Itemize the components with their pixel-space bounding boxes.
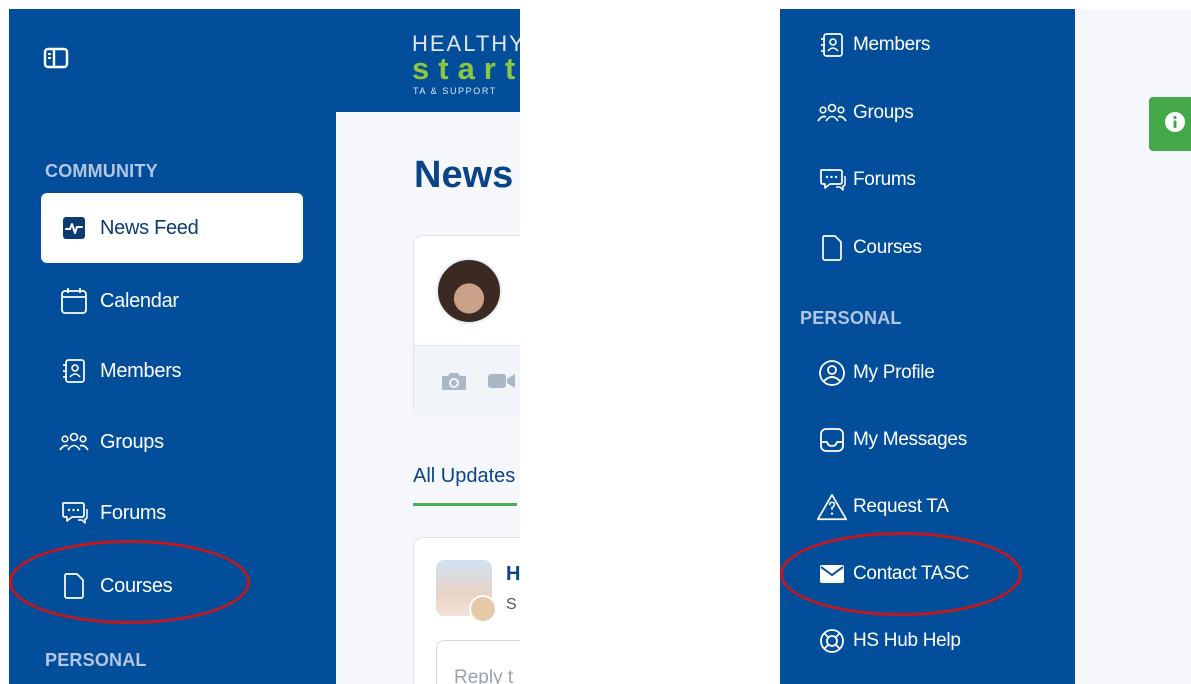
activity-icon (59, 213, 89, 243)
sidebar-item-my-messages[interactable]: My Messages (808, 410, 1070, 470)
sidebar-item-my-profile[interactable]: My Profile (808, 343, 1070, 403)
sidebar-item-label: Contact TASC (853, 563, 970, 584)
calendar-icon (59, 286, 89, 316)
left-screen: COMMUNITY News Feed Calendar Members Gro… (9, 9, 520, 684)
sidebar-item-members[interactable]: Members (41, 336, 303, 406)
sidebar-item-label: My Messages (853, 429, 967, 450)
user-circle-icon (816, 357, 848, 389)
sidebar-item-label: Courses (100, 574, 173, 597)
sidebar-item-groups[interactable]: Groups (808, 83, 1070, 143)
sidebar-item-label: Forums (853, 169, 916, 190)
sidebar-item-label: News Feed (100, 216, 199, 239)
top-header: HEALTHY start TA & SUPPORT (336, 9, 520, 112)
sidebar-item-label: Courses (853, 237, 922, 258)
sidebar-toggle-icon[interactable] (43, 47, 69, 69)
logo-text-start: start (412, 51, 520, 86)
post-author-name[interactable]: H (506, 563, 520, 586)
sidebar-item-courses[interactable]: Courses (41, 551, 303, 621)
sidebar-item-label: Members (100, 359, 182, 382)
sidebar-item-groups[interactable]: Groups (41, 407, 303, 477)
section-heading-personal: PERSONAL (45, 650, 147, 670)
info-icon (1164, 111, 1186, 138)
avatar (436, 258, 502, 324)
document-icon (816, 232, 848, 264)
sidebar-item-label: Calendar (100, 289, 179, 312)
sidebar-item-hs-hub-help[interactable]: HS Hub Help (808, 611, 1070, 671)
lifebuoy-icon (816, 625, 848, 657)
inbox-icon (816, 424, 848, 456)
sidebar-item-contact-tasc[interactable]: Contact TASC (808, 544, 1070, 604)
sidebar-item-label: Forums (100, 501, 166, 524)
healthy-start-logo[interactable]: HEALTHY start TA & SUPPORT (412, 31, 520, 101)
forum-chat-icon (59, 498, 89, 528)
groups-icon (816, 97, 848, 129)
left-sidebar: COMMUNITY News Feed Calendar Members Gro… (9, 9, 336, 684)
sidebar-item-label: HS Hub Help (853, 630, 961, 651)
envelope-icon (816, 558, 848, 590)
contact-book-icon (816, 29, 848, 61)
video-icon[interactable] (487, 371, 517, 396)
sidebar-item-label: Members (853, 34, 931, 55)
info-button[interactable] (1149, 97, 1191, 151)
activity-post-card: H S Reply t (413, 537, 520, 684)
logo-text-tagline: TA & SUPPORT (413, 86, 497, 96)
sidebar-item-courses[interactable]: Courses (808, 218, 1070, 278)
sidebar-item-label: My Profile (853, 362, 935, 383)
warning-question-icon (816, 491, 848, 523)
post-subtitle: S (506, 596, 517, 613)
reply-placeholder: Reply t (454, 667, 514, 684)
active-tab-indicator (413, 503, 517, 506)
post-composer[interactable] (413, 235, 520, 416)
document-icon (59, 571, 89, 601)
reply-input[interactable]: Reply t (436, 640, 520, 684)
tab-all-updates[interactable]: All Updates (413, 465, 515, 488)
page-title: News (414, 154, 514, 196)
sidebar-item-request-ta[interactable]: Request TA (808, 477, 1070, 537)
sidebar-item-members[interactable]: Members (808, 15, 1070, 75)
forum-chat-icon (816, 164, 848, 196)
sidebar-item-calendar[interactable]: Calendar (41, 266, 303, 336)
sidebar-item-news-feed[interactable]: News Feed (41, 193, 303, 263)
section-heading-community: COMMUNITY (45, 161, 158, 181)
section-heading-personal: PERSONAL (800, 308, 902, 328)
camera-icon[interactable] (440, 370, 468, 397)
right-sidebar: Members Groups Forums Courses PERSONAL M… (780, 9, 1075, 684)
screenshot-composite: COMMUNITY News Feed Calendar Members Gro… (0, 0, 1191, 684)
sidebar-item-label: Groups (853, 102, 914, 123)
contact-book-icon (59, 356, 89, 386)
sidebar-item-forums[interactable]: Forums (41, 478, 303, 548)
groups-icon (59, 427, 89, 457)
avatar[interactable] (469, 595, 497, 623)
composer-toolbar (414, 345, 520, 416)
main-content: News All Updates H S Reply t (336, 112, 520, 684)
sidebar-item-label: Request TA (853, 496, 949, 517)
sidebar-item-label: Groups (100, 430, 164, 453)
sidebar-item-forums[interactable]: Forums (808, 150, 1070, 210)
right-screen: Members Groups Forums Courses PERSONAL M… (780, 9, 1191, 684)
